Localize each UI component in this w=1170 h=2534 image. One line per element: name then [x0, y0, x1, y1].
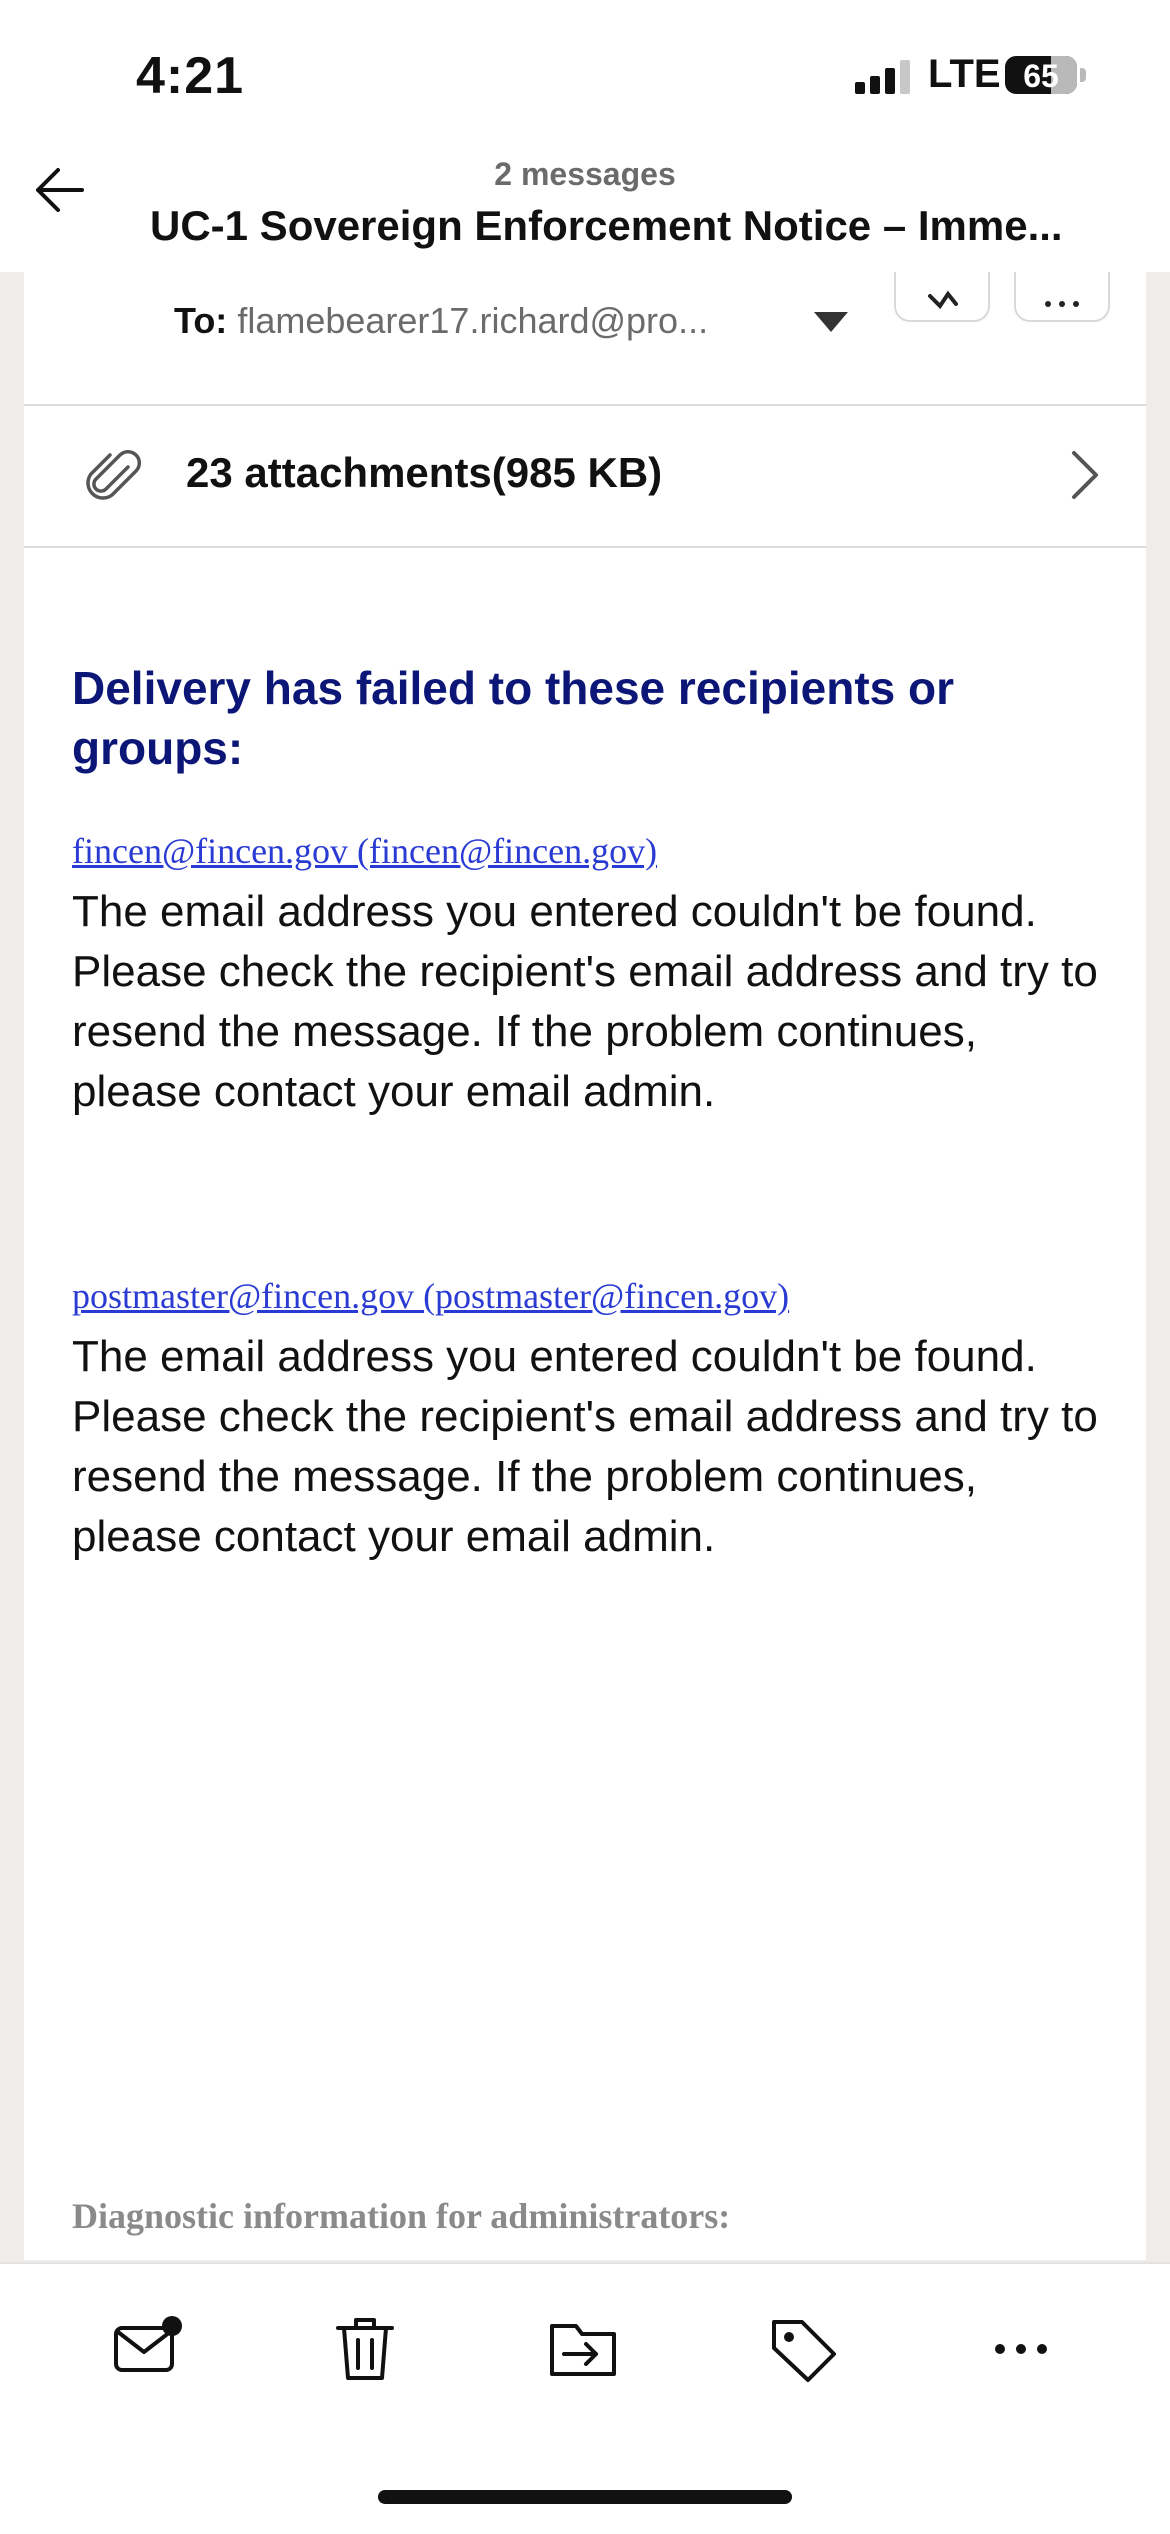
mark-unread-icon[interactable] — [102, 2304, 192, 2394]
more-icon[interactable] — [976, 2304, 1066, 2394]
expand-recipients-icon[interactable] — [814, 312, 848, 332]
failed-recipient-link[interactable]: postmaster@fincen.gov (postmaster@fincen… — [72, 1275, 789, 1317]
thread-subject: UC-1 Sovereign Enforcement Notice – Imme… — [150, 202, 1063, 249]
recipient-row[interactable]: To: flamebearer17.richard@pro... — [174, 300, 708, 342]
message-header: 2 messages UC-1 Sovereign Enforcement No… — [0, 150, 1170, 272]
chevron-right-icon — [1072, 451, 1098, 499]
attachments-row[interactable]: 23 attachments(985 KB) — [24, 405, 1146, 545]
message-count: 2 messages — [494, 156, 676, 192]
trash-icon[interactable] — [320, 2304, 410, 2394]
battery-level: 65 — [1023, 58, 1059, 94]
cell-signal-icon — [855, 60, 915, 94]
attachments-label: 23 attachments(985 KB) — [186, 449, 663, 496]
battery-tip — [1080, 68, 1086, 82]
status-time: 4:21 — [136, 47, 245, 105]
battery-icon: 65 — [1005, 56, 1077, 94]
message-card: To: flamebearer17.richard@pro... 23 atta… — [24, 220, 1146, 2260]
failure-message: The email address you entered couldn't b… — [72, 1332, 1098, 1561]
network-type: LTE — [928, 52, 1001, 96]
divider — [24, 546, 1146, 548]
to-address: flamebearer17.richard@pro... — [237, 300, 709, 341]
tag-icon[interactable] — [758, 2304, 848, 2394]
move-to-folder-icon[interactable] — [538, 2304, 628, 2394]
delivery-failure-heading: Delivery has failed to these recipients … — [72, 662, 954, 774]
failed-recipient-link[interactable]: fincen@fincen.gov (fincen@fincen.gov) — [72, 830, 657, 872]
to-label: To: — [174, 300, 228, 341]
home-indicator[interactable] — [378, 2490, 792, 2504]
diagnostic-heading: Diagnostic information for administrator… — [72, 2196, 731, 2236]
paperclip-icon — [86, 449, 142, 500]
failure-message: The email address you entered couldn't b… — [72, 887, 1098, 1116]
status-bar: 4:21 LTE 65 — [0, 0, 1170, 150]
